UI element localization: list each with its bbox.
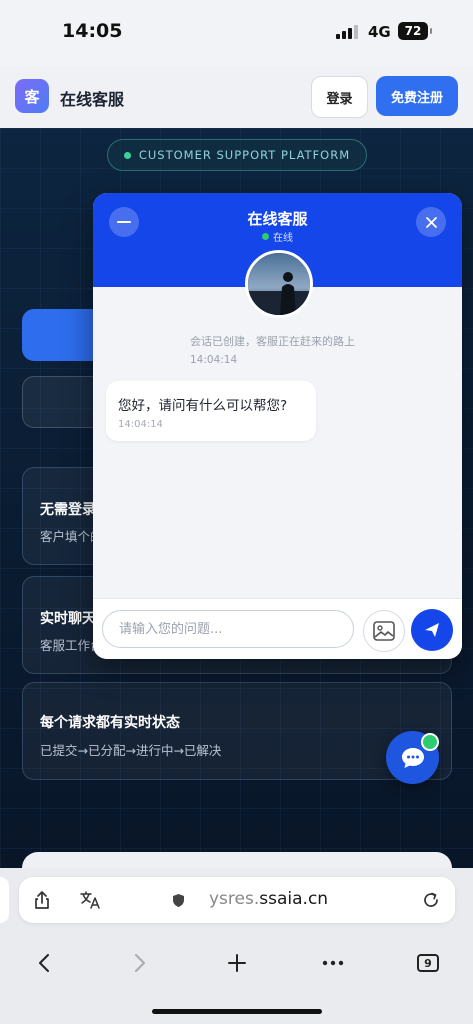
network-type: 4G xyxy=(368,23,391,41)
chat-bubble-icon xyxy=(401,747,424,768)
agent-avatar xyxy=(245,250,313,318)
ellipsis-icon xyxy=(322,960,344,966)
browser-toolbar: ysres.ssaia.cn 9 xyxy=(0,868,473,1024)
send-button[interactable] xyxy=(411,609,453,651)
forward-button[interactable] xyxy=(128,948,152,978)
feature-title: 每个请求都有实时状态 xyxy=(40,715,180,731)
image-upload-button[interactable] xyxy=(363,610,405,652)
system-message-time: 14:04:14 xyxy=(190,354,238,366)
platform-badge: CUSTOMER SUPPORT PLATFORM xyxy=(107,139,367,171)
chat-window: 在线客服 在线 会话已创建，客服正在赶来的路上 14:04:14 您好，请问有什 xyxy=(93,193,462,659)
previous-tab-edge[interactable] xyxy=(0,877,9,923)
battery-tip xyxy=(430,28,432,34)
browser-nav-row: 9 xyxy=(0,948,473,978)
message-input[interactable] xyxy=(102,610,354,648)
online-dot-icon xyxy=(262,233,269,240)
status-time: 14:05 xyxy=(62,20,123,42)
battery-icon: 72 xyxy=(398,22,428,40)
site-title: 在线客服 xyxy=(60,90,125,109)
shield-icon xyxy=(173,894,184,907)
url-subdomain: ysres. xyxy=(209,889,260,909)
chat-status: 在线 xyxy=(93,229,462,244)
share-icon[interactable] xyxy=(33,890,51,910)
status-bar: 14:05 4G 72 xyxy=(0,0,473,66)
register-button[interactable]: 免费注册 xyxy=(376,76,458,116)
close-button[interactable] xyxy=(416,207,446,237)
site-header: 客 在线客服 登录 免费注册 xyxy=(0,66,473,129)
feature-desc: 已提交→已分配→进行中→已解决 xyxy=(40,743,222,758)
online-indicator-dot xyxy=(421,733,439,751)
chevron-left-icon xyxy=(39,954,49,972)
system-message: 会话已创建，客服正在赶来的路上 xyxy=(190,335,355,348)
plus-icon xyxy=(228,954,246,972)
new-tab-button[interactable] xyxy=(225,948,249,978)
avatar-photo xyxy=(248,253,310,315)
platform-badge-label: CUSTOMER SUPPORT PLATFORM xyxy=(138,148,351,162)
reload-icon[interactable] xyxy=(422,891,440,909)
message-time: 14:04:14 xyxy=(118,419,163,430)
feature-title: 无需登录 xyxy=(40,502,96,518)
feature-title: 实时聊天 xyxy=(40,611,96,627)
message-text: 您好，请问有什么可以帮您? xyxy=(118,398,288,414)
chat-input-bar xyxy=(93,598,462,659)
badge-dot-icon xyxy=(123,151,131,159)
logo-char: 客 xyxy=(24,87,40,106)
tabs-button[interactable]: 9 xyxy=(415,948,441,978)
login-button[interactable]: 登录 xyxy=(311,76,368,118)
site-logo[interactable]: 客 xyxy=(15,79,49,113)
send-icon xyxy=(425,623,439,637)
tab-count: 9 xyxy=(424,956,432,970)
address-bar[interactable]: ysres.ssaia.cn xyxy=(19,877,455,923)
agent-message-bubble: 您好，请问有什么可以帮您? 14:04:14 xyxy=(106,381,316,441)
chat-title: 在线客服 xyxy=(247,210,308,228)
home-indicator xyxy=(152,1009,322,1014)
close-icon xyxy=(425,216,437,228)
translate-icon[interactable] xyxy=(80,891,102,909)
chat-status-label: 在线 xyxy=(273,233,293,244)
more-button[interactable] xyxy=(320,948,346,978)
back-button[interactable] xyxy=(32,948,56,978)
signal-icon xyxy=(336,25,358,39)
url-domain: ssaia.cn xyxy=(259,889,329,909)
image-icon xyxy=(373,621,395,641)
url-text: ysres.ssaia.cn xyxy=(209,889,328,909)
tabs-count-icon: 9 xyxy=(417,954,439,972)
chevron-right-icon xyxy=(135,954,145,972)
battery-level: 72 xyxy=(404,24,422,38)
